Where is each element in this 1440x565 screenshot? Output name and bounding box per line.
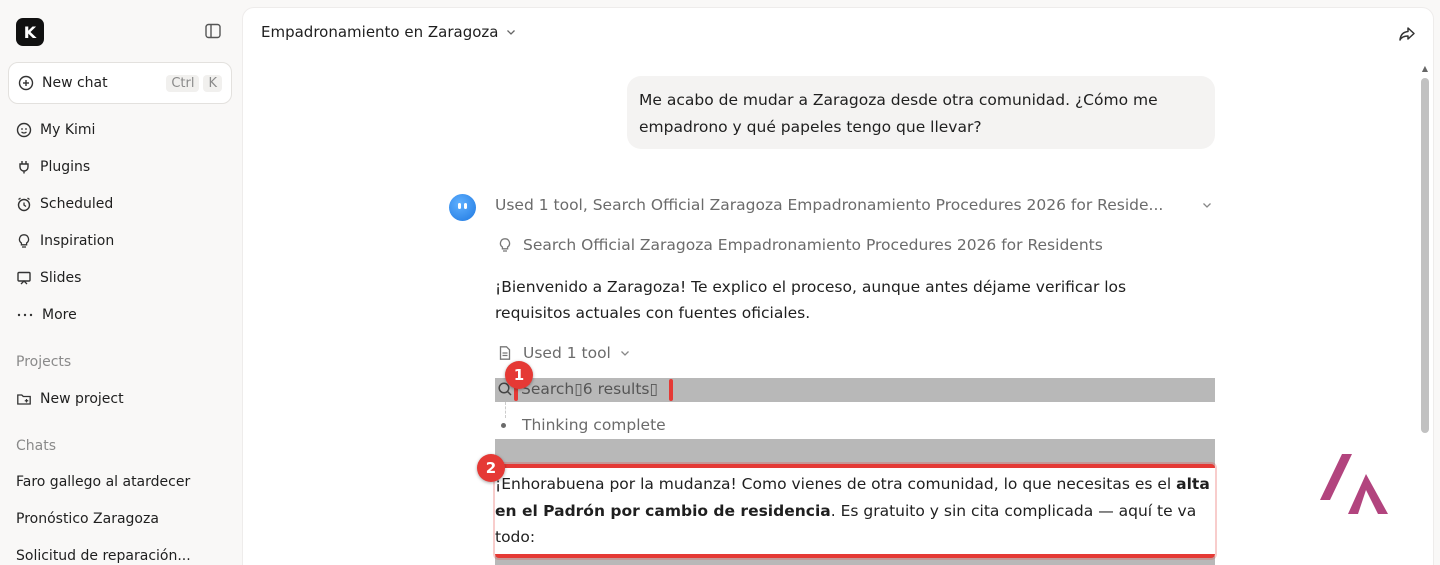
brand-watermark-logo [1320,454,1388,514]
chats-heading: Chats [16,438,57,454]
user-message: Me acabo de mudar a Zaragoza desde otra … [627,76,1215,149]
sidebar-item-label: Scheduled [40,196,114,212]
sidebar-item-more[interactable]: More [16,303,77,327]
chat-history-item[interactable]: Faro gallego al atardecer [16,474,216,490]
projects-heading: Projects [16,354,72,370]
search-results-text: Search▯6 results▯ [521,380,659,398]
tool-usage-text: Used 1 tool, Search Official Zaragoza Em… [495,196,1164,214]
assistant-paragraph: ¡Bienvenido a Zaragoza! Te explico el pr… [495,278,1127,322]
bulb-icon [499,238,511,252]
chevron-down-icon [507,30,516,35]
more-icon [17,313,33,317]
chat-history-item[interactable]: Solicitud de reparación... [16,548,216,564]
annotation-bracket-right [669,379,673,401]
thinking-text: Thinking complete [522,416,666,434]
annotation-badge-2: 2 [477,454,505,482]
tool-usage-summary[interactable]: Used 1 tool, Search Official Zaragoza Em… [495,196,1215,214]
sidebar-item-label: Inspiration [40,233,115,249]
para2-text: ¡Enhorabuena por la mudanza! Como vienes… [495,475,1172,493]
chat-history-item[interactable]: Pronóstico Zaragoza [16,511,216,527]
kimi-logo[interactable]: K [16,18,44,46]
tool-search-text: Search Official Zaragoza Empadronamiento… [523,236,1103,254]
new-chat-button[interactable]: New chat Ctrl K [8,62,232,104]
annotation-badge-1: 1 [505,361,533,389]
sidebar-item-label: My Kimi [40,122,96,138]
scrollbar-thumb[interactable] [1421,78,1429,433]
new-project-label: New project [40,391,124,407]
used-tool-toggle[interactable]: Used 1 tool [497,344,631,362]
share-icon[interactable] [1397,24,1417,44]
shortcut-ctrl: Ctrl [166,74,200,92]
sidebar-item-plugins[interactable]: Plugins [16,155,90,179]
chat-panel: Empadronamiento en Zaragoza ▲ Me acabo d… [242,7,1434,565]
document-icon [499,346,511,360]
smile-icon [16,122,32,138]
sidebar-item-slides[interactable]: Slides [16,266,81,290]
assistant-avatar [449,194,476,221]
sidebar-item-label: Plugins [40,159,91,175]
sidebar: K New chat Ctrl K My Kimi Plugins Schedu… [0,0,242,565]
thinking-status: Thinking complete [501,416,666,434]
used-tool-label: Used 1 tool [523,344,611,362]
chevron-down-icon [620,351,629,356]
new-chat-label: New chat [42,75,108,91]
sidebar-item-label: Slides [40,270,82,286]
bullet-dot [501,422,506,428]
conversation-title[interactable]: Empadronamiento en Zaragoza [261,23,517,41]
new-project-button[interactable]: New project [16,387,124,411]
assistant-paragraph: ¡Enhorabuena por la mudanza! Como vienes… [495,471,1217,551]
presentation-icon [17,271,31,285]
tool-search-item: Search Official Zaragoza Empadronamiento… [497,236,1103,254]
plug-icon [19,161,29,174]
scroll-up-arrow[interactable]: ▲ [1422,64,1428,73]
sidebar-toggle-icon[interactable] [204,22,222,40]
alarm-icon [17,197,31,212]
sidebar-item-label: More [42,307,77,323]
chevron-down-icon [1203,203,1211,208]
conversation-title-text: Empadronamiento en Zaragoza [261,23,499,41]
sidebar-item-scheduled[interactable]: Scheduled [16,192,113,216]
folder-plus-icon [17,394,31,405]
shortcut-k: K [203,74,222,92]
sidebar-item-my-kimi[interactable]: My Kimi [16,118,95,142]
sidebar-item-inspiration[interactable]: Inspiration [16,229,114,253]
new-chat-icon [18,75,34,91]
bulb-icon [18,234,30,248]
